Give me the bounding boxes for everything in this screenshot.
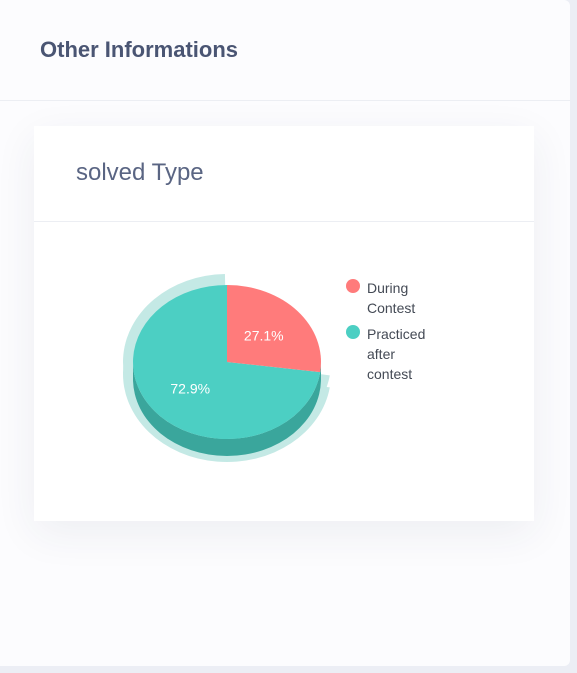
data-label-practiced-after-contest: 72.9% — [170, 380, 210, 396]
pie-chart: 27.1% 72.9% — [123, 274, 330, 462]
legend-item-practiced-after-contest[interactable]: Practiced after contest — [346, 324, 456, 384]
solved-type-card: solved Type 27.1% 72.9% During Contest Pr… — [34, 126, 534, 521]
data-label-during-contest: 27.1% — [244, 328, 284, 344]
section-title: Other Informations — [40, 37, 239, 62]
legend-label-practiced-after-contest: Practiced after contest — [367, 326, 426, 382]
other-informations-card: Other Informations solved Type 27.1% 72.9… — [0, 0, 570, 666]
legend-item-during-contest[interactable]: During Contest — [346, 278, 456, 318]
chart-legend: During Contest Practiced after contest — [346, 278, 456, 390]
legend-marker-during-contest — [346, 279, 360, 293]
other-informations-header: Other Informations — [0, 0, 570, 101]
legend-label-during-contest: During Contest — [367, 280, 416, 316]
legend-marker-practiced-after-contest — [346, 325, 360, 339]
